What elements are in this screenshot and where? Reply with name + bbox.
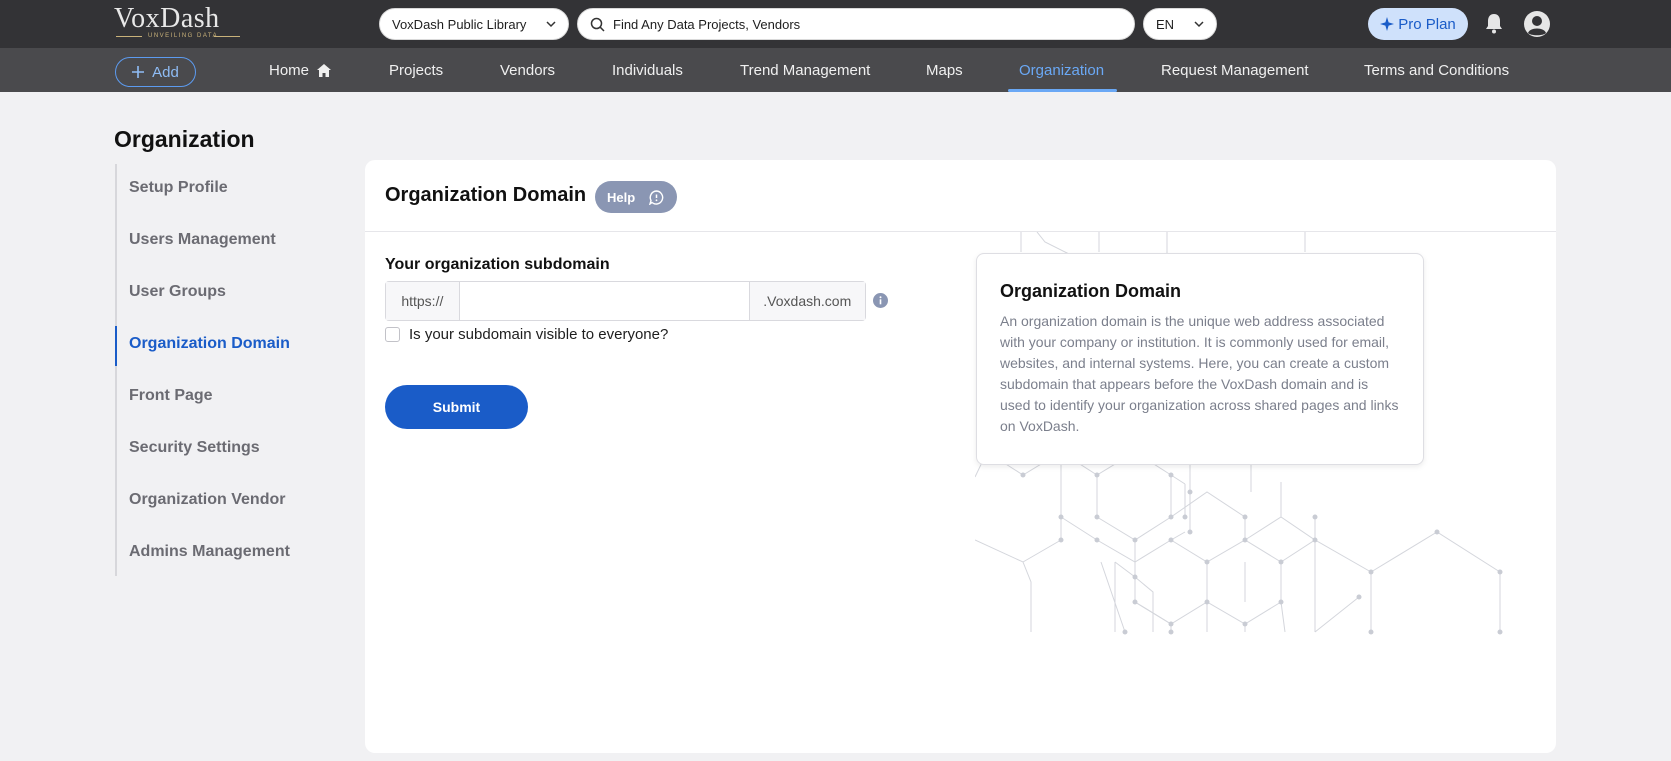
sidebar-item-admins-management[interactable]: Admins Management xyxy=(129,543,290,561)
add-label: Add xyxy=(152,63,179,81)
bell-icon[interactable] xyxy=(1482,11,1506,35)
card-title: Organization Domain xyxy=(385,184,587,206)
top-bar: VoxDash UNVEILING DATA VoxDash Public Li… xyxy=(0,0,1671,48)
logo-text: VoxDash xyxy=(114,3,220,34)
nav-projects[interactable]: Projects xyxy=(389,48,443,92)
pro-plan-button[interactable]: Pro Plan xyxy=(1368,8,1468,40)
nav-active-indicator xyxy=(1008,89,1117,92)
sidebar-item-user-groups[interactable]: User Groups xyxy=(129,283,226,301)
logo-line-right xyxy=(214,36,240,37)
library-select[interactable]: VoxDash Public Library xyxy=(379,8,569,40)
nav-trend-management[interactable]: Trend Management xyxy=(740,48,870,92)
main-nav: Add Home Projects Vendors Individuals Tr… xyxy=(0,48,1671,92)
plus-icon xyxy=(132,66,145,78)
info-icon[interactable] xyxy=(873,293,888,308)
sidebar-item-front-page[interactable]: Front Page xyxy=(129,387,213,405)
page-title: Organization xyxy=(114,126,255,152)
sidebar-item-security-settings[interactable]: Security Settings xyxy=(129,439,260,457)
nav-request-management[interactable]: Request Management xyxy=(1161,48,1309,92)
subdomain-input[interactable] xyxy=(459,282,749,320)
language-value: EN xyxy=(1156,16,1175,32)
help-label: Help xyxy=(607,189,636,205)
nav-organization[interactable]: Organization xyxy=(1019,48,1104,92)
subdomain-input-group: https:// .Voxdash.com xyxy=(385,281,866,321)
sidebar-item-organization-vendor[interactable]: Organization Vendor xyxy=(129,491,285,509)
submit-button[interactable]: Submit xyxy=(385,385,528,429)
add-button[interactable]: Add xyxy=(115,57,196,87)
user-account-icon[interactable] xyxy=(1523,10,1551,38)
logo-line-left xyxy=(116,36,142,37)
chevron-down-icon xyxy=(546,21,556,28)
info-panel-title: Organization Domain xyxy=(1000,281,1182,301)
settings-sidebar: Setup Profile Users Management User Grou… xyxy=(115,164,355,576)
search-icon xyxy=(590,17,605,32)
sidebar-item-setup-profile[interactable]: Setup Profile xyxy=(129,179,228,197)
subdomain-label: Your organization subdomain xyxy=(385,256,610,273)
help-button[interactable]: Help xyxy=(595,181,677,213)
search-input[interactable] xyxy=(613,16,1113,32)
subdomain-suffix: .Voxdash.com xyxy=(748,282,866,320)
search-box[interactable] xyxy=(577,8,1135,40)
sidebar-item-organization-domain[interactable]: Organization Domain xyxy=(129,335,290,353)
card-header: Organization Domain Help xyxy=(365,160,1556,232)
chat-help-icon xyxy=(649,189,664,205)
sidebar-item-users-management[interactable]: Users Management xyxy=(129,231,276,249)
language-select[interactable]: EN xyxy=(1143,8,1217,40)
chevron-down-icon xyxy=(1194,21,1204,28)
nav-home-label: Home xyxy=(269,61,310,79)
organization-domain-card: Organization Domain Help Your organizati… xyxy=(365,160,1556,753)
nav-individuals[interactable]: Individuals xyxy=(612,48,683,92)
home-icon xyxy=(317,63,332,77)
nav-home[interactable]: Home xyxy=(269,48,332,92)
voxdash-logo[interactable]: VoxDash UNVEILING DATA xyxy=(114,4,244,42)
logo-tagline: UNVEILING DATA xyxy=(148,33,219,39)
sidebar-active-indicator xyxy=(115,326,117,366)
pro-plan-label: Pro Plan xyxy=(1398,15,1456,33)
info-panel: Organization Domain An organization doma… xyxy=(976,253,1424,465)
nav-maps[interactable]: Maps xyxy=(926,48,963,92)
nav-terms-and-conditions[interactable]: Terms and Conditions xyxy=(1364,48,1509,92)
visibility-checkbox-label: Is your subdomain visible to everyone? xyxy=(409,326,669,343)
sparkle-icon xyxy=(1380,17,1395,31)
nav-vendors[interactable]: Vendors xyxy=(500,48,555,92)
visibility-checkbox[interactable] xyxy=(385,327,400,342)
subdomain-prefix: https:// xyxy=(386,282,460,320)
library-select-value: VoxDash Public Library xyxy=(392,16,527,32)
info-panel-body: An organization domain is the unique web… xyxy=(1000,313,1399,434)
